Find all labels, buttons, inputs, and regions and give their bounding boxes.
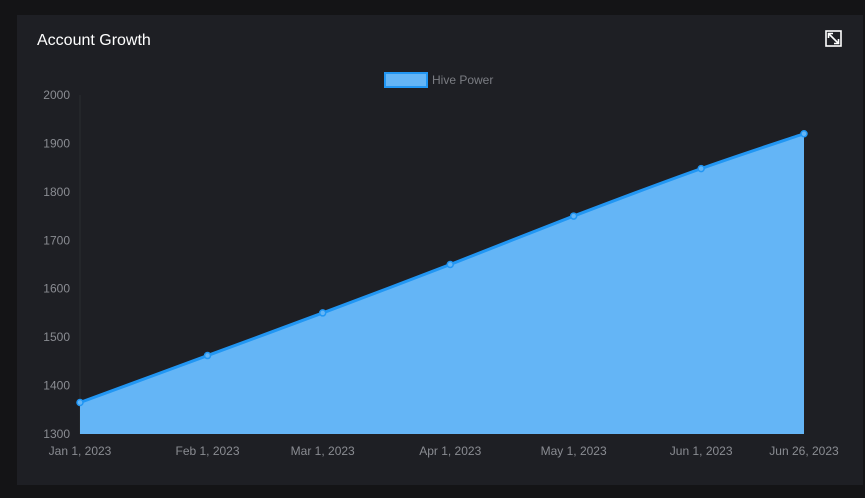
- y-tick-label: 1500: [43, 330, 70, 344]
- y-tick-label: 1900: [43, 136, 70, 150]
- area-fill-hive-power: [80, 133, 804, 434]
- y-tick-label: 1800: [43, 185, 70, 199]
- y-tick-label: 2000: [43, 88, 70, 102]
- y-tick-label: 1600: [43, 282, 70, 296]
- y-tick-label: 1300: [43, 427, 70, 441]
- x-tick-label: Feb 1, 2023: [175, 444, 239, 458]
- area-chart: Hive Power 1300 1400 1500 1600 1700 1800 1900 2…: [43, 72, 839, 458]
- data-point[interactable]: [76, 398, 84, 407]
- data-point[interactable]: [697, 164, 705, 173]
- x-tick-label: Mar 1, 2023: [291, 444, 355, 458]
- data-point[interactable]: [203, 351, 212, 360]
- x-tick-label: Apr 1, 2023: [419, 444, 481, 458]
- y-tick-label: 1700: [43, 233, 70, 247]
- x-tick-label: Jun 26, 2023: [769, 444, 839, 458]
- data-point[interactable]: [318, 309, 327, 317]
- x-tick-label: Jun 1, 2023: [670, 444, 733, 458]
- y-tick-label: 1400: [43, 379, 70, 393]
- data-point[interactable]: [446, 260, 454, 269]
- plot-area: [76, 129, 808, 434]
- x-tick-label: May 1, 2023: [541, 444, 607, 458]
- data-point[interactable]: [800, 129, 808, 138]
- y-axis: 1300 1400 1500 1600 1700 1800 1900 2000: [43, 88, 70, 441]
- legend-swatch-hive-power: [384, 72, 428, 88]
- legend: Hive Power: [384, 72, 493, 88]
- data-point[interactable]: [569, 212, 578, 220]
- legend-label-hive-power: Hive Power: [432, 73, 493, 87]
- x-axis: Jan 1, 2023 Feb 1, 2023 Mar 1, 2023 Apr 1, …: [49, 444, 839, 458]
- x-tick-label: Jan 1, 2023: [49, 444, 112, 458]
